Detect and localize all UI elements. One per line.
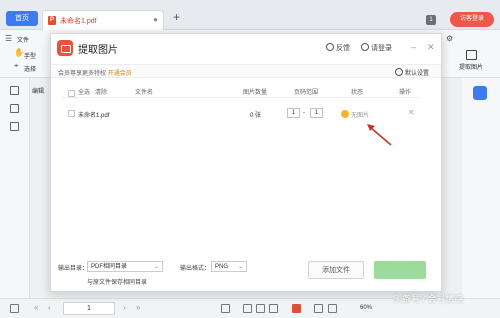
- range-from-input[interactable]: 1: [287, 108, 300, 118]
- tool-select-label[interactable]: 选择: [24, 64, 36, 73]
- col-action: 操作: [399, 90, 412, 96]
- output-format-select[interactable]: PNG ⌄: [211, 261, 247, 272]
- row-status: 无图片: [341, 110, 369, 119]
- default-settings-button[interactable]: 默认设置: [394, 68, 429, 77]
- close-icon[interactable]: ✕: [427, 42, 435, 53]
- range-separator: -: [303, 110, 305, 116]
- default-settings-label: 默认设置: [404, 71, 429, 77]
- close-tab-icon[interactable]: ●: [153, 15, 158, 24]
- dialog-footer: 输出目录： PDF相同目录 ⌄ 与原文件保存相同目录 输出格式： PNG ⌄ 添…: [51, 252, 441, 292]
- page-count-badge: 1: [426, 15, 436, 25]
- col-page-range: 页码范围: [294, 90, 319, 96]
- tab-home[interactable]: 首页: [6, 11, 38, 26]
- login-label: 请登录: [371, 45, 392, 52]
- checkbox-icon: [68, 110, 75, 117]
- tool-hand-label[interactable]: 手型: [24, 51, 36, 60]
- image-extract-icon: [57, 40, 73, 56]
- checkbox-icon: [68, 90, 75, 97]
- first-page-icon[interactable]: «: [34, 303, 38, 312]
- single-page-icon[interactable]: [243, 304, 252, 313]
- prev-page-icon[interactable]: ‹: [48, 303, 51, 312]
- file-table-header: 全选 清除 文件名 图片数量 页码范围 状态 操作: [62, 84, 420, 98]
- minimize-icon[interactable]: –: [411, 42, 416, 52]
- vip-promo: 会员尊享更多特权 开通会员: [58, 68, 132, 77]
- col-image-count: 图片数量: [243, 90, 268, 96]
- thumbnail-icon[interactable]: [10, 86, 19, 95]
- extract-image-button[interactable]: 提取图片: [454, 50, 488, 74]
- double-page-icon[interactable]: [256, 304, 265, 313]
- select-all-label[interactable]: 全选: [78, 87, 90, 96]
- open-vip-link[interactable]: 开通会员: [108, 71, 132, 77]
- last-page-icon[interactable]: »: [136, 303, 140, 312]
- col-status: 状态: [351, 90, 364, 96]
- guest-login-button[interactable]: 访客登录: [450, 12, 494, 27]
- fit-page-icon[interactable]: [328, 304, 337, 313]
- output-dir-label: 输出目录：: [58, 266, 89, 272]
- zoom-level[interactable]: 60%: [360, 305, 372, 311]
- output-format-label: 输出格式：: [180, 266, 211, 272]
- next-page-icon[interactable]: ›: [123, 303, 126, 312]
- page-number-input[interactable]: 1: [63, 302, 115, 315]
- feedback-icon: [326, 43, 334, 51]
- pdf-mode-icon[interactable]: [292, 304, 301, 313]
- extract-image-icon: [465, 50, 477, 60]
- watermark: 头条号 / 会号情感: [393, 294, 464, 304]
- right-sidebar: [462, 78, 500, 298]
- tool-edit-label[interactable]: 编辑: [32, 86, 44, 95]
- continuous-icon[interactable]: [269, 304, 278, 313]
- hand-icon[interactable]: ✋: [14, 48, 24, 57]
- row-status-label: 无图片: [351, 113, 370, 119]
- read-mode-icon[interactable]: [221, 304, 230, 313]
- feedback-label: 反馈: [336, 45, 350, 52]
- left-sidebar: [0, 78, 30, 298]
- sidebar-toggle-icon[interactable]: [10, 304, 19, 313]
- add-file-button[interactable]: 添加文件: [308, 261, 364, 279]
- chevron-down-icon: ⌄: [153, 264, 159, 270]
- tab-document[interactable]: P 未命名1.pdf ●: [42, 10, 164, 30]
- menu-icon[interactable]: ☰: [5, 34, 12, 43]
- same-source-dir-option[interactable]: 与原文件保存相同目录: [87, 277, 147, 286]
- tab-document-label: 未命名1.pdf: [60, 18, 97, 25]
- range-to-input[interactable]: 1: [310, 108, 323, 118]
- chevron-down-icon: ⌄: [237, 264, 243, 270]
- annotation-icon[interactable]: [10, 122, 19, 131]
- assistant-icon[interactable]: [473, 86, 487, 100]
- tab-bar: 首页 P 未命名1.pdf ● + 1 访客登录: [0, 0, 500, 30]
- output-dir-select[interactable]: PDF相同目录 ⌄: [87, 261, 163, 272]
- output-format-value: PNG: [215, 264, 229, 270]
- pdf-icon: P: [48, 16, 56, 25]
- col-filename: 文件名: [135, 90, 154, 96]
- fit-width-icon[interactable]: [314, 304, 323, 313]
- row-filename: 未命名1.pdf: [78, 113, 110, 119]
- select-icon[interactable]: ⌖: [14, 61, 19, 71]
- extract-image-label: 提取图片: [458, 65, 483, 71]
- vip-promo-text: 会员尊享更多特权: [58, 71, 107, 77]
- vip-bar: 会员尊享更多特权 开通会员 默认设置: [51, 64, 441, 78]
- output-dir-value: PDF相同目录: [91, 264, 128, 270]
- new-tab-icon[interactable]: +: [173, 11, 180, 23]
- delete-row-icon[interactable]: ✕: [408, 108, 415, 117]
- row-image-count: 0 张: [250, 113, 262, 119]
- extract-image-dialog: 提取图片 反馈 请登录 – ✕ 会员尊享更多特权 开通会员 默认设置 全选 清除…: [50, 33, 442, 292]
- start-extract-button[interactable]: [374, 261, 426, 279]
- clear-label[interactable]: 清除: [95, 87, 107, 96]
- menu-file[interactable]: 文件: [17, 35, 29, 44]
- gear-icon: [394, 68, 403, 76]
- settings-icon[interactable]: ⚙: [446, 34, 453, 43]
- row-checkbox[interactable]: [68, 110, 75, 118]
- annotation-arrow-icon: [367, 124, 392, 146]
- bookmark-icon[interactable]: [10, 104, 19, 113]
- dialog-title: 提取图片: [78, 45, 118, 56]
- status-dot-icon: [341, 110, 349, 118]
- login-button[interactable]: 请登录: [361, 43, 392, 53]
- feedback-button[interactable]: 反馈: [326, 43, 350, 53]
- user-icon: [361, 43, 369, 51]
